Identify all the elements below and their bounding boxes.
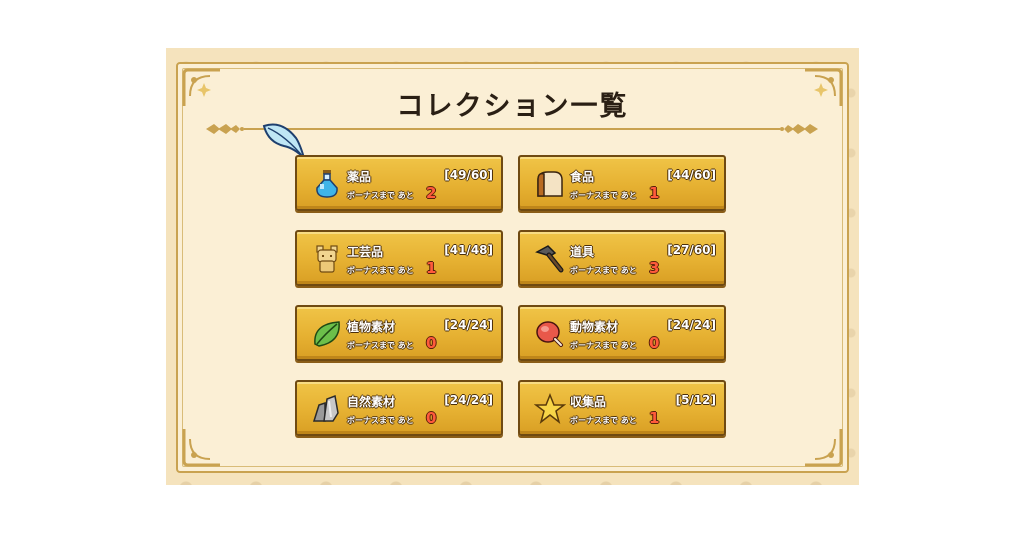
collection-card-crafts[interactable]: 工芸品 [41/48] ボーナスまで あと 1 [295, 230, 503, 286]
bonus-label: ボーナスまで あと [347, 266, 414, 275]
collection-card-animal-materials[interactable]: 動物素材 [24/24] ボーナスまで あと 0 [518, 305, 726, 361]
collection-count: [49/60] [444, 168, 493, 182]
category-name: 自然素材 [347, 395, 396, 409]
bonus-label: ボーナスまで あと [347, 191, 414, 200]
collection-card-plant-materials[interactable]: 植物素材 [24/24] ボーナスまで あと 0 [295, 305, 503, 361]
bonus-label: ボーナスまで あと [570, 191, 637, 200]
corner-ornament-icon [805, 429, 843, 467]
remaining-count: 1 [426, 259, 437, 277]
corner-ornament-icon [182, 429, 220, 467]
collection-count: [27/60] [667, 243, 716, 257]
remaining-count: 1 [649, 184, 660, 202]
category-name: 道具 [570, 245, 595, 259]
collection-card-natural-materials[interactable]: 自然素材 [24/24] ボーナスまで あと 0 [295, 380, 503, 436]
collection-count: [44/60] [667, 168, 716, 182]
collection-count: [41/48] [444, 243, 493, 257]
bonus-label: ボーナスまで あと [570, 266, 637, 275]
collection-panel: コレクション一覧 薬品 [49/60] ボーナスまで あと 2 食品 [44/6… [166, 48, 859, 485]
collection-count: [24/24] [444, 318, 493, 332]
category-name: 動物素材 [570, 320, 619, 334]
collection-card-tools[interactable]: 道具 [27/60] ボーナスまで あと 3 [518, 230, 726, 286]
category-name: 収集品 [570, 395, 607, 409]
remaining-count: 0 [426, 409, 437, 427]
collection-count: [24/24] [667, 318, 716, 332]
meat-icon [536, 321, 563, 347]
bonus-label: ボーナスまで あと [570, 416, 637, 425]
collection-card-medicine[interactable]: 薬品 [49/60] ボーナスまで あと 2 [295, 155, 503, 211]
bonus-label: ボーナスまで あと [347, 341, 414, 350]
category-name: 工芸品 [347, 245, 384, 259]
collection-count: [5/12] [675, 393, 716, 407]
collection-card-collectibles[interactable]: 収集品 [5/12] ボーナスまで あと 1 [518, 380, 726, 436]
bonus-label: ボーナスまで あと [570, 341, 637, 350]
page-title: コレクション一覧 [396, 91, 629, 122]
collection-card-food[interactable]: 食品 [44/60] ボーナスまで あと 1 [518, 155, 726, 211]
bonus-label: ボーナスまで あと [347, 416, 414, 425]
remaining-count: 0 [649, 334, 660, 352]
collection-count: [24/24] [444, 393, 493, 407]
category-name: 薬品 [347, 170, 372, 184]
remaining-count: 1 [649, 409, 660, 427]
hammer-icon [535, 245, 564, 273]
stone-icon [312, 394, 339, 422]
category-name: 植物素材 [347, 320, 396, 334]
category-name: 食品 [570, 170, 595, 184]
star-icon [534, 393, 566, 424]
remaining-count: 2 [426, 184, 437, 202]
bread-icon [537, 171, 563, 197]
leaf-icon [314, 321, 340, 347]
remaining-count: 3 [649, 259, 660, 277]
figurine-icon [316, 245, 338, 273]
potion-icon [316, 170, 338, 198]
remaining-count: 0 [426, 334, 437, 352]
